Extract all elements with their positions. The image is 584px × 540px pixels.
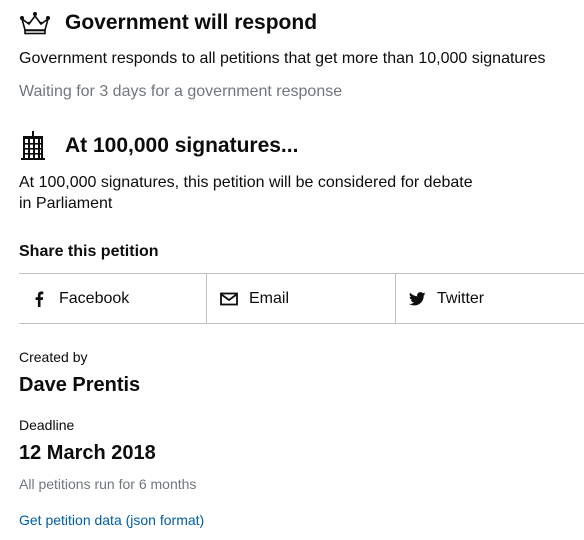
debate-description-line1: At 100,000 signatures, this petition wil…	[19, 174, 473, 191]
debate-heading-row: At 100,000 signatures...	[19, 131, 298, 161]
share-email-button[interactable]: Email	[207, 274, 396, 323]
government-response-description: Government responds to all petitions tha…	[19, 50, 546, 67]
duration-note: All petitions run for 6 months	[19, 476, 197, 492]
created-by-value: Dave Prentis	[19, 374, 141, 396]
twitter-icon	[408, 290, 426, 308]
share-facebook-label: Facebook	[59, 289, 130, 307]
share-email-label: Email	[249, 289, 290, 307]
debate-heading: At 100,000 signatures...	[65, 134, 299, 157]
facebook-icon	[30, 290, 48, 308]
government-response-heading: Government will respond	[65, 11, 318, 34]
government-response-status: Waiting for 3 days for a government resp…	[19, 83, 343, 100]
share-title: Share this petition	[19, 243, 159, 260]
petition-sidebar: Government will respond Government respo…	[0, 0, 584, 540]
created-by-label: Created by	[19, 349, 88, 365]
share-facebook-button[interactable]: Facebook	[19, 274, 207, 323]
share-twitter-button[interactable]: Twitter	[396, 274, 582, 323]
debate-description-line2: in Parliament	[19, 195, 113, 212]
crown-icon	[19, 10, 51, 36]
government-response-heading-row: Government will respond	[19, 10, 317, 36]
portcullis-icon	[19, 131, 47, 161]
email-icon	[220, 290, 238, 308]
petition-data-link[interactable]: Get petition data (json format)	[19, 511, 204, 529]
share-bar: Facebook Email Twitter	[19, 273, 584, 324]
deadline-value: 12 March 2018	[19, 442, 156, 464]
share-twitter-label: Twitter	[437, 289, 485, 307]
deadline-label: Deadline	[19, 417, 75, 433]
